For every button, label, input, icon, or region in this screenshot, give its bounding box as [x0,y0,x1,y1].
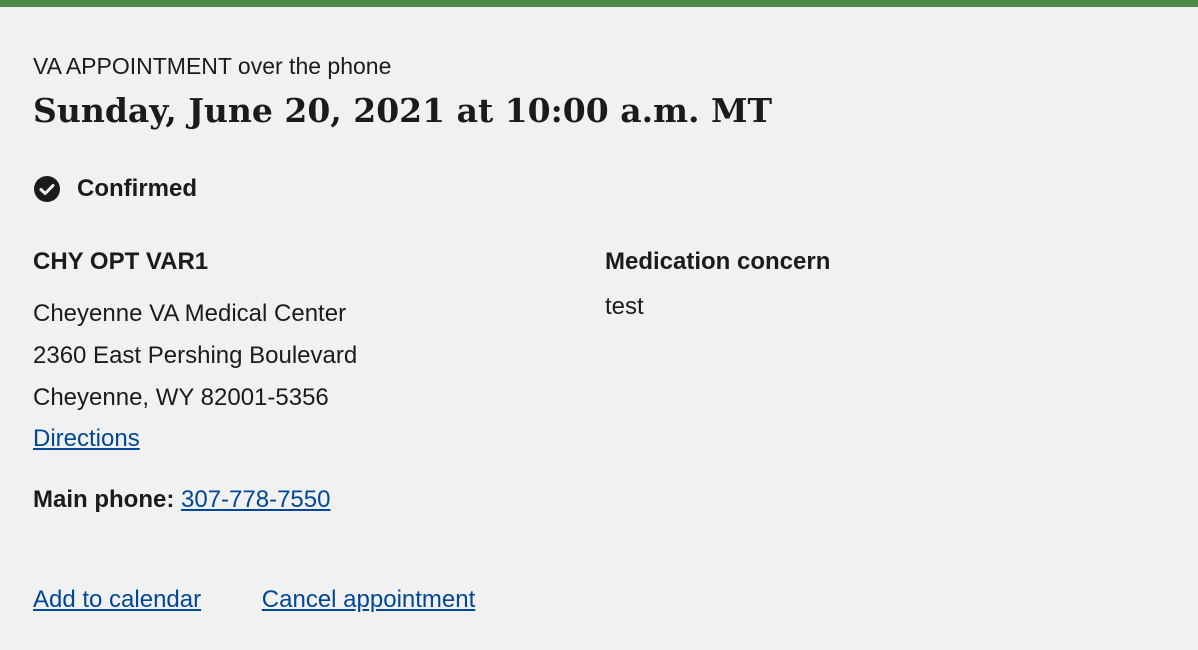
appointment-datetime: Sunday, June 20, 2021 at 10:00 a.m. MT [33,91,773,130]
main-phone: Main phone: 307-778-7550 [33,481,330,519]
phone-number-link[interactable]: 307-778-7550 [181,486,330,513]
add-to-calendar-link[interactable]: Add to calendar [33,586,201,613]
status-label: Confirmed [77,175,197,202]
phone-label: Main phone: [33,486,175,513]
cancel-appointment-link[interactable]: Cancel appointment [262,586,475,613]
appointment-type-label: VA APPOINTMENT over the phone [33,53,392,79]
appointment-status: Confirmed [33,173,197,205]
reason-detail: test [605,293,644,320]
directions-link[interactable]: Directions [33,419,140,459]
city-state-zip: Cheyenne, WY 82001-5356 [33,384,329,411]
street-address: 2360 East Pershing Boulevard [33,342,358,369]
appointment-actions: Add to calendar Cancel appointment [33,581,529,619]
clinic-name: CHY OPT VAR1 [33,248,209,275]
reason-section: Medication concern test [605,245,830,328]
reason-heading: Medication concern [605,248,831,275]
appointment-card: VA APPOINTMENT over the phone Sunday, Ju… [0,0,1198,650]
facility-name: Cheyenne VA Medical Center [33,300,347,327]
location-section: CHY OPT VAR1 Cheyenne VA Medical Center … [33,245,357,459]
check-circle-icon [33,175,61,203]
